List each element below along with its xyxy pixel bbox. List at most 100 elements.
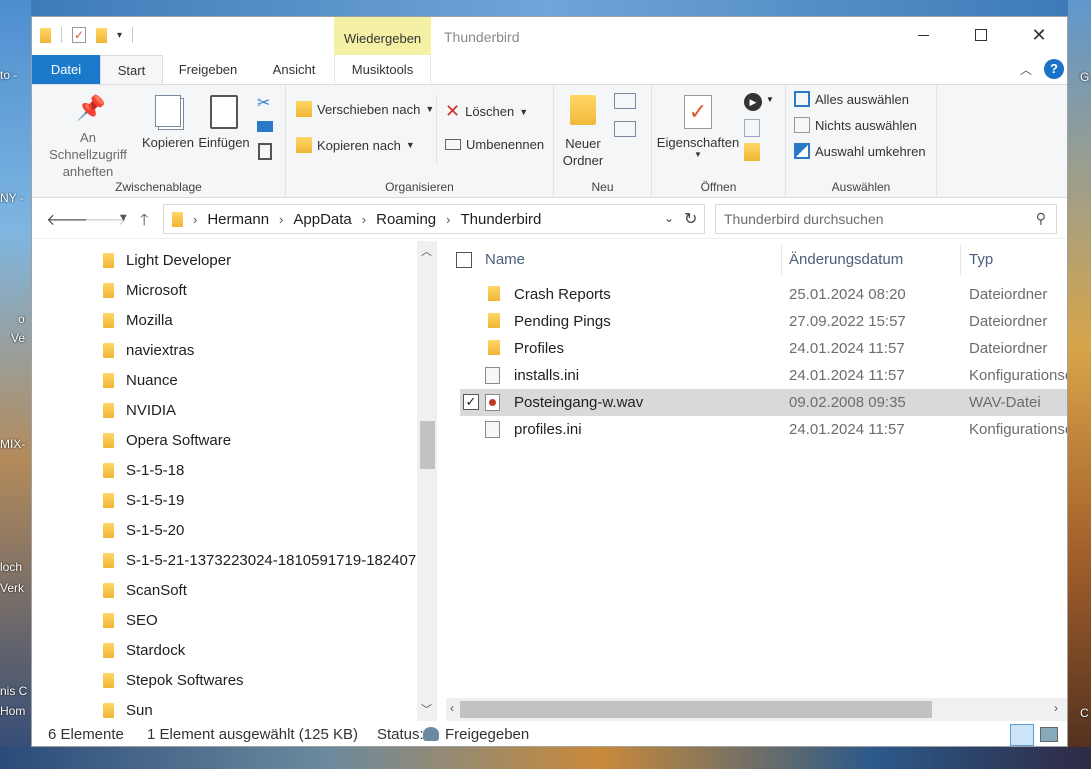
nav-item[interactable]: NVIDIA — [103, 395, 176, 425]
pin-quick-access-button[interactable]: 📌 An Schnellzugriff anheften — [38, 95, 138, 180]
copy-path-icon[interactable] — [257, 121, 273, 132]
tab-share[interactable]: Freigeben — [172, 55, 244, 84]
folder-icon[interactable] — [40, 27, 51, 43]
group-organize: Verschieben nach ▼ Kopieren nach ▼ ✕ Lös… — [286, 85, 554, 197]
refresh-icon[interactable]: ↻ — [684, 209, 697, 229]
column-divider[interactable] — [960, 245, 961, 275]
back-arrow-icon[interactable]: 🡐 — [46, 209, 89, 230]
close-button[interactable]: ✕ — [1010, 17, 1067, 53]
nav-item[interactable]: ScanSoft — [103, 575, 187, 605]
scroll-right-icon[interactable]: › — [1054, 701, 1058, 715]
nav-item[interactable]: SEO — [103, 605, 158, 635]
invert-selection-icon — [794, 143, 810, 159]
nav-item-label: Microsoft — [126, 281, 187, 299]
nav-item[interactable]: Light Developer — [103, 245, 231, 275]
breadcrumb-item[interactable]: Roaming — [376, 211, 436, 228]
address-field[interactable]: › Hermann › AppData › Roaming › Thunderb… — [163, 204, 705, 234]
copy-button[interactable]: Kopieren — [140, 95, 196, 150]
properties-button[interactable]: ✓ Eigenschaften ▼ — [656, 95, 740, 159]
folder-icon — [103, 342, 114, 358]
select-none-button[interactable]: Nichts auswählen — [794, 117, 917, 133]
copy-folder-icon — [296, 137, 312, 153]
search-input[interactable]: Thunderbird durchsuchen ⚲ — [715, 204, 1057, 234]
customize-dropdown-icon[interactable]: ▾ — [117, 30, 122, 41]
desktop-icon-label: NY - — [0, 191, 24, 205]
breadcrumb-item[interactable]: Hermann — [207, 211, 269, 228]
file-type: Dateiordner — [969, 286, 1048, 303]
move-to-button[interactable]: Verschieben nach ▼ — [296, 101, 434, 117]
ribbon-tabs: Datei Start Freigeben Ansicht Musiktools… — [32, 55, 1067, 85]
help-icon[interactable]: ? — [1044, 59, 1064, 79]
address-history-chevron-icon[interactable]: ⌄ — [664, 211, 674, 225]
nav-item[interactable]: naviextras — [103, 335, 194, 365]
tab-start[interactable]: Start — [100, 55, 163, 85]
column-header-name[interactable]: Name — [485, 251, 525, 268]
rename-button[interactable]: Umbenennen — [445, 137, 544, 152]
file-date: 25.01.2024 08:20 — [789, 286, 906, 303]
table-row[interactable]: installs.ini 24.01.2024 11:57 Konfiguratio… — [460, 362, 1067, 389]
window-title: Thunderbird — [444, 29, 520, 45]
history-icon[interactable] — [744, 143, 760, 161]
nav-item[interactable]: Stardock — [103, 635, 185, 665]
copy-to-button[interactable]: Kopieren nach ▼ — [296, 137, 415, 153]
breadcrumb-item[interactable]: Thunderbird — [460, 211, 541, 228]
breadcrumb-item[interactable]: AppData — [293, 211, 351, 228]
paste-button[interactable]: Einfügen — [198, 95, 250, 150]
new-folder-icon[interactable] — [96, 27, 107, 43]
nav-item[interactable]: Opera Software — [103, 425, 231, 455]
new-folder-button[interactable]: Neuer Ordner — [558, 95, 608, 169]
delete-x-icon: ✕ — [445, 101, 461, 121]
column-divider[interactable] — [781, 245, 782, 275]
nav-item[interactable]: S-1-5-20 — [103, 515, 184, 545]
details-view-icon[interactable] — [1010, 724, 1034, 746]
open-play-icon[interactable]: ▶ — [744, 93, 762, 111]
chevron-down-icon[interactable]: ▼ — [766, 95, 774, 104]
delete-button[interactable]: ✕ Löschen ▼ — [445, 101, 528, 122]
maximize-button[interactable] — [952, 17, 1010, 53]
invert-selection-button[interactable]: Auswahl umkehren — [794, 143, 926, 159]
nav-item[interactable]: Mozilla — [103, 305, 173, 335]
table-row[interactable]: ✓ Posteingang-w.wav 09.02.2008 09:35 WAV-Da… — [460, 389, 1067, 416]
large-icons-view-icon[interactable] — [1040, 727, 1058, 742]
nav-item[interactable]: Stepok Softwares — [103, 665, 244, 695]
recent-locations-chevron-icon[interactable]: ▼ — [118, 212, 129, 224]
tab-file[interactable]: Datei — [32, 55, 100, 84]
new-item-icon[interactable] — [614, 93, 636, 109]
nav-item[interactable]: Microsoft — [103, 275, 187, 305]
scroll-up-icon[interactable]: ︿ — [421, 243, 432, 259]
easy-access-icon[interactable] — [614, 121, 636, 137]
group-select: Alles auswählen Nichts auswählen Auswahl… — [786, 85, 937, 197]
nav-item[interactable]: S-1-5-21-1373223024-1810591719-1824076 — [103, 545, 425, 575]
collapse-ribbon-icon[interactable]: ︿ — [1020, 61, 1032, 78]
table-row[interactable]: Pending Pings 27.09.2022 15:57 Dateiordner — [460, 308, 1067, 335]
table-row[interactable]: Crash Reports 25.01.2024 08:20 Dateiordner — [460, 281, 1067, 308]
nav-item[interactable]: Sun — [103, 695, 153, 721]
select-all-button[interactable]: Alles auswählen — [794, 91, 909, 107]
column-header-date[interactable]: Änderungsdatum — [789, 251, 903, 268]
scroll-down-icon[interactable]: ﹀ — [421, 701, 432, 717]
edit-icon[interactable] — [744, 119, 760, 137]
nav-item[interactable]: S-1-5-18 — [103, 455, 184, 485]
paste-shortcut-icon[interactable] — [258, 143, 272, 160]
column-header-type[interactable]: Typ — [969, 251, 993, 268]
table-row[interactable]: Profiles 24.01.2024 11:57 Dateiordner — [460, 335, 1067, 362]
tab-music-tools[interactable]: Musiktools — [334, 55, 431, 84]
up-arrow-icon[interactable]: 🡑 — [140, 209, 148, 236]
table-row[interactable]: profiles.ini 24.01.2024 11:57 Konfiguratio… — [460, 416, 1067, 443]
folder-icon — [103, 402, 114, 418]
horizontal-scrollbar-thumb[interactable] — [460, 701, 932, 718]
nav-scrollbar-thumb[interactable] — [420, 421, 435, 469]
nav-item[interactable]: Nuance — [103, 365, 178, 395]
nav-item[interactable]: S-1-5-19 — [103, 485, 184, 515]
paste-icon — [210, 95, 238, 129]
settings-file-icon — [485, 367, 500, 384]
row-checkbox[interactable]: ✓ — [463, 394, 479, 410]
properties-check-icon[interactable]: ✓ — [72, 27, 86, 43]
tab-view[interactable]: Ansicht — [260, 55, 328, 84]
minimize-button[interactable] — [894, 17, 952, 53]
chevron-down-icon: ▼ — [694, 150, 702, 159]
scroll-left-icon[interactable]: ‹ — [450, 701, 454, 715]
cut-icon[interactable]: ✂ — [257, 93, 270, 113]
nav-scrollbar[interactable]: ︿ ﹀ — [417, 241, 437, 721]
select-all-checkbox[interactable] — [456, 252, 472, 268]
